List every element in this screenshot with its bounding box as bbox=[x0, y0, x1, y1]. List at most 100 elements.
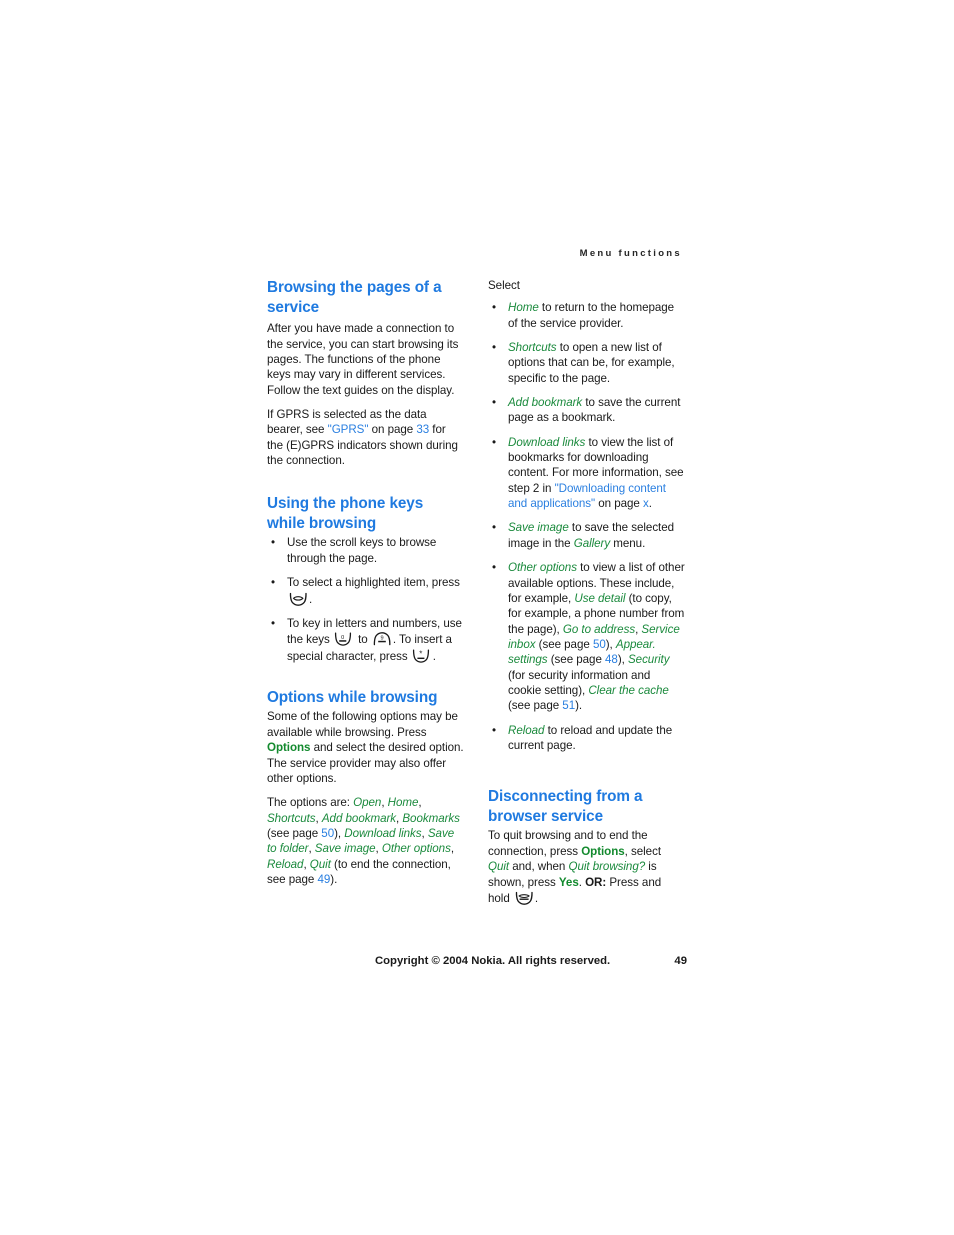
manual-page: Menu functions Browsing the pages of a s… bbox=[0, 0, 954, 1235]
select-key-icon bbox=[287, 591, 309, 607]
option-use-detail: Use detail bbox=[574, 591, 626, 605]
page-reference-48[interactable]: 48 bbox=[605, 653, 618, 666]
select-label: Select bbox=[488, 279, 520, 292]
bullet-dot-icon: • bbox=[492, 301, 497, 315]
option-home: Home bbox=[508, 301, 539, 315]
option-reload: Reload bbox=[267, 857, 304, 871]
heading-disconnecting-from-a-browser-service: Disconnecting from a browser service bbox=[488, 788, 643, 825]
option-go-to-address: Go to address bbox=[562, 622, 636, 636]
gprs-crossref-link[interactable]: "GPRS" bbox=[328, 423, 369, 436]
option-save-image: Save image bbox=[314, 842, 376, 856]
bullet-dot-icon: • bbox=[492, 396, 497, 410]
list-item: • Add bookmark to save the current page a… bbox=[488, 395, 685, 426]
option-security: Security bbox=[627, 653, 670, 667]
bullet-text-scroll-keys: Use the scroll keys to browse through th… bbox=[287, 536, 437, 565]
left-column: Browsing the pages of a service After yo… bbox=[267, 278, 464, 896]
list-item: • Use the scroll keys to browse through t… bbox=[267, 535, 464, 566]
bullet-dot-icon: • bbox=[492, 561, 497, 575]
key-9-icon: 9 bbox=[371, 631, 393, 647]
running-head: Menu functions bbox=[579, 248, 682, 259]
bullet-dot-icon: • bbox=[271, 616, 276, 630]
bullet-dot-icon: • bbox=[271, 576, 276, 590]
list-item: • Other options to view a list of other a… bbox=[488, 560, 685, 713]
option-add-bookmark: Add bookmark bbox=[508, 396, 583, 410]
gprs-page-number[interactable]: 33 bbox=[416, 423, 429, 436]
bullet-dot-icon: • bbox=[271, 536, 276, 550]
option-add-bookmark: Add bookmark bbox=[321, 811, 397, 825]
option-download-links: Download links bbox=[344, 826, 422, 840]
quit-text-2: , select bbox=[624, 844, 661, 858]
page-reference-50[interactable]: 50 bbox=[593, 638, 606, 651]
bullet-text-other-9: (see page bbox=[508, 699, 563, 713]
options-end-text: ). bbox=[330, 872, 338, 886]
bullet-text-keys-mid: to bbox=[354, 633, 371, 647]
list-item: • Save image to save the selected image i… bbox=[488, 520, 685, 551]
bullet-text-select-after: . bbox=[309, 592, 313, 606]
list-item: • Home to return to the homepage of the s… bbox=[488, 300, 685, 331]
bullet-dot-icon: • bbox=[492, 435, 497, 449]
see-page-text: (see page bbox=[267, 826, 322, 840]
page-reference-51[interactable]: 51 bbox=[562, 699, 575, 712]
after-50-text: ), bbox=[334, 826, 345, 840]
quit-text-3: and, when bbox=[509, 860, 569, 874]
bullet-text-save-image-2: menu. bbox=[610, 536, 646, 550]
option-clear-the-cache: Clear the cache bbox=[588, 683, 669, 697]
page-number: 49 bbox=[674, 955, 687, 967]
paragraph-options-available: Some of the following options may be ava… bbox=[267, 709, 464, 786]
bullet-text-other-10: ). bbox=[575, 699, 583, 713]
option-bookmarks: Bookmarks bbox=[402, 811, 460, 825]
svg-text:9: 9 bbox=[380, 636, 383, 642]
key-star-icon: * bbox=[411, 648, 433, 664]
or-label: OR: bbox=[585, 875, 607, 889]
options-text-1: Some of the following options may be ava… bbox=[267, 710, 458, 739]
gprs-text-2: on page bbox=[368, 423, 417, 437]
options-softkey-label: Options bbox=[267, 741, 311, 755]
option-download-links: Download links bbox=[508, 435, 586, 449]
heading-options-while-browsing: Options while browsing bbox=[267, 688, 438, 706]
copyright-notice: Copyright © 2004 Nokia. All rights reser… bbox=[375, 955, 611, 967]
option-quit: Quit bbox=[309, 857, 331, 871]
option-shortcuts: Shortcuts bbox=[267, 811, 316, 825]
option-gallery: Gallery bbox=[573, 536, 611, 550]
options-list-intro: The options are: bbox=[267, 796, 354, 810]
bullet-text-other-6: (see page bbox=[547, 653, 606, 667]
list-item: • Shortcuts to open a new list of options… bbox=[488, 340, 685, 386]
bullet-text-download-3: . bbox=[648, 497, 652, 511]
paragraph-gprs-data-bearer: If GPRS is selected as the data bearer, … bbox=[267, 407, 464, 468]
bullet-text-download-2: on page bbox=[595, 497, 643, 511]
option-other-options: Other options bbox=[381, 842, 451, 856]
option-home: Home bbox=[387, 796, 419, 810]
option-save-image: Save image bbox=[508, 521, 569, 535]
page-reference-50[interactable]: 50 bbox=[321, 827, 334, 840]
select-options-bullet-list: • Home to return to the homepage of the s… bbox=[488, 300, 685, 753]
key-0-icon: 0 bbox=[333, 631, 355, 647]
bullet-text-keys-after: . bbox=[432, 649, 436, 663]
prompt-quit-browsing: Quit browsing? bbox=[568, 860, 646, 874]
bullet-text-other-5: ), bbox=[605, 637, 616, 651]
paragraph-after-connection: After you have made a connection to the … bbox=[267, 322, 459, 397]
page-reference-49[interactable]: 49 bbox=[317, 873, 330, 886]
paragraph-options-list: The options are: Open, Home, Shortcuts, … bbox=[267, 796, 460, 886]
option-other-options: Other options bbox=[508, 561, 577, 575]
bullet-text-select-before: To select a highlighted item, press bbox=[287, 576, 460, 590]
bullet-dot-icon: • bbox=[492, 341, 497, 355]
right-column: Select • Home to return to the homepage o… bbox=[488, 278, 685, 915]
quit-text-7: . bbox=[534, 891, 539, 905]
heading-using-the-phone-keys-while-browsing: Using the phone keys while browsing bbox=[267, 495, 424, 532]
list-item: • To key in letters and numbers, use the … bbox=[267, 616, 464, 664]
options-softkey-label: Options bbox=[581, 844, 625, 858]
option-reload: Reload bbox=[508, 723, 545, 737]
option-quit: Quit bbox=[488, 860, 510, 874]
bullet-text-other-4: (see page bbox=[535, 637, 593, 651]
heading-browsing-the-pages-of-a-service: Browsing the pages of a service bbox=[267, 279, 442, 316]
bullet-dot-icon: • bbox=[492, 723, 497, 737]
paragraph-quit-browsing: To quit browsing and to end the connecti… bbox=[488, 828, 685, 906]
phone-keys-bullet-list: • Use the scroll keys to browse through t… bbox=[267, 535, 464, 663]
bullet-text-other-7: ), bbox=[617, 653, 628, 667]
yes-softkey-label: Yes bbox=[558, 875, 579, 889]
list-item: • To select a highlighted item, press . bbox=[267, 575, 464, 607]
svg-text:*: * bbox=[419, 649, 422, 658]
list-item: • Download links to view the list of book… bbox=[488, 435, 685, 512]
option-open: Open bbox=[353, 796, 382, 810]
svg-text:0: 0 bbox=[341, 635, 344, 641]
